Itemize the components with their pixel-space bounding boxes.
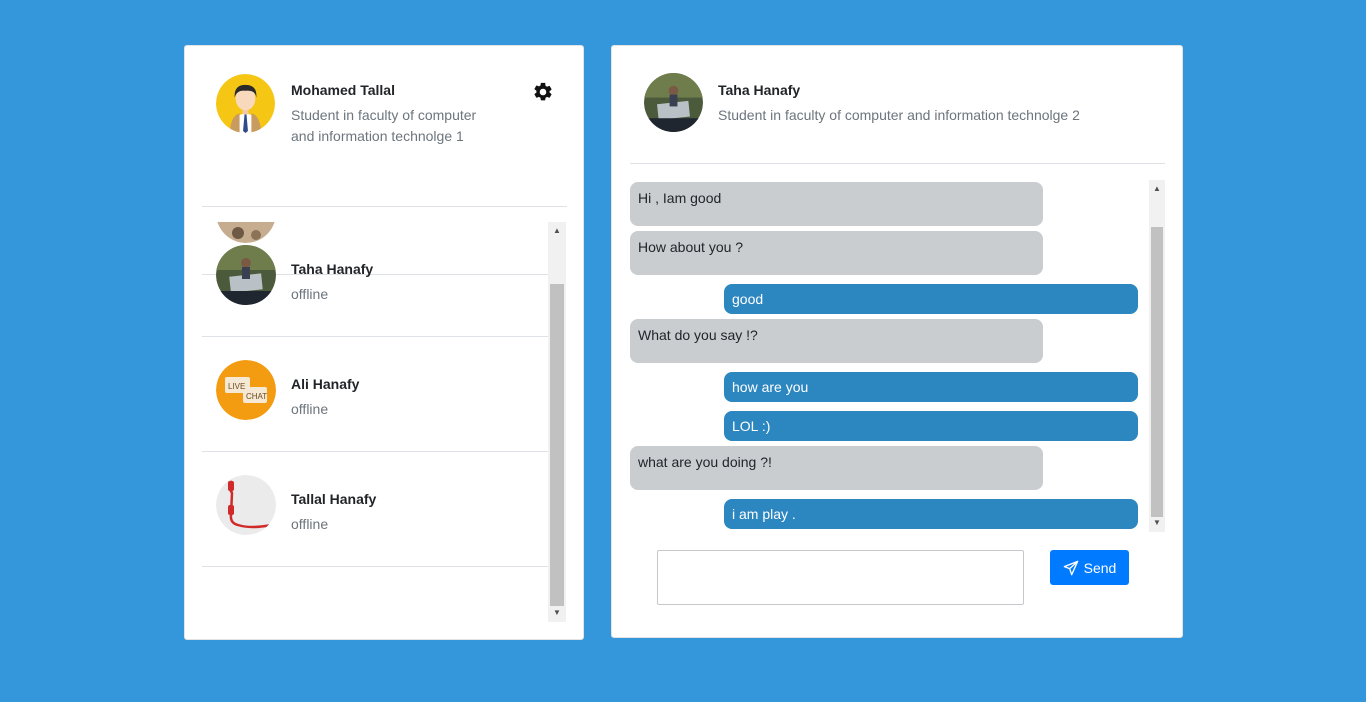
contact-list-scrollbar[interactable]: ▲ ▼: [548, 222, 566, 622]
message-list-scrollbar[interactable]: ▲ ▼: [1149, 180, 1165, 532]
user-name: Mohamed Tallal: [291, 82, 395, 98]
contact-list[interactable]: Taha Hanafy offline LIVE CHAT Ali Hanafy…: [202, 222, 548, 622]
scroll-thumb[interactable]: [550, 284, 564, 606]
avatar-text-chat: CHAT: [246, 392, 267, 401]
contact-item[interactable]: Taha Hanafy offline: [202, 222, 548, 337]
incoming-message: Hi , Iam good: [630, 182, 1043, 226]
contact-name: Tallal Hanafy: [291, 491, 377, 507]
message-input[interactable]: [657, 550, 1024, 605]
chat-panel: Taha Hanafy Student in faculty of comput…: [611, 45, 1183, 638]
phone-icon: [216, 475, 276, 535]
contact-name: Ali Hanafy: [291, 376, 360, 392]
paper-plane-icon: [1063, 560, 1078, 575]
header-divider: [202, 206, 567, 207]
outgoing-message: how are you: [724, 372, 1138, 402]
outgoing-message: i am play .: [724, 499, 1138, 529]
outgoing-message: good: [724, 284, 1138, 314]
contact-name: Taha Hanafy: [291, 261, 374, 277]
contact-item[interactable]: Tallal Hanafy offline: [202, 452, 548, 567]
gear-icon[interactable]: [532, 81, 554, 103]
contacts-panel: Mohamed Tallal Student in faculty of com…: [184, 45, 584, 640]
scroll-up-arrow-icon[interactable]: ▲: [1149, 182, 1165, 196]
scroll-thumb[interactable]: [1151, 227, 1163, 517]
peer-avatar: [644, 73, 703, 132]
peer-description: Student in faculty of computer and infor…: [718, 107, 1080, 123]
incoming-message: What do you say !?: [630, 319, 1043, 363]
contact-status: offline: [291, 516, 329, 532]
student-avatar-icon: [216, 74, 275, 133]
contact-status: offline: [291, 401, 329, 417]
contact-avatar: [216, 475, 276, 535]
scroll-down-arrow-icon[interactable]: ▼: [548, 606, 566, 620]
incoming-message: How about you ?: [630, 231, 1043, 275]
send-button-label: Send: [1083, 559, 1117, 576]
peer-name: Taha Hanafy: [718, 82, 801, 98]
user-avatar: [216, 74, 275, 133]
user-description: Student in faculty of computer and infor…: [291, 107, 477, 144]
live-chat-icon: LIVE CHAT: [216, 360, 276, 420]
contact-avatar: [216, 245, 276, 305]
contact-avatar: LIVE CHAT: [216, 360, 276, 420]
contact-item[interactable]: LIVE CHAT Ali Hanafy offline: [202, 337, 548, 452]
header-divider: [630, 163, 1165, 164]
outgoing-message: LOL :): [724, 411, 1138, 441]
incoming-message: what are you doing ?!: [630, 446, 1043, 490]
message-list[interactable]: Hi , Iam good How about you ? good What …: [630, 180, 1150, 532]
scroll-down-arrow-icon[interactable]: ▼: [1149, 516, 1165, 530]
contact-status: offline: [291, 286, 329, 302]
scroll-up-arrow-icon[interactable]: ▲: [548, 224, 566, 238]
send-button[interactable]: Send: [1050, 550, 1129, 585]
avatar-text-live: LIVE: [228, 382, 245, 391]
